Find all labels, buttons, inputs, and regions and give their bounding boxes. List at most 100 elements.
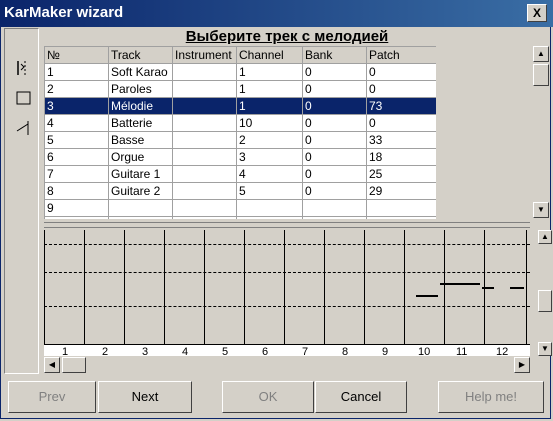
help-button[interactable]: Help me! (438, 381, 544, 413)
table-cell[interactable] (108, 216, 173, 219)
note-event[interactable] (510, 287, 524, 289)
table-cell[interactable]: Mélodie (108, 97, 173, 115)
table-cell[interactable] (172, 182, 237, 200)
ok-button[interactable]: OK (222, 381, 314, 413)
table-cell[interactable]: 8 (44, 182, 109, 200)
table-cell[interactable]: 0 (302, 97, 367, 115)
table-cell[interactable] (172, 148, 237, 166)
table-cell[interactable] (172, 165, 237, 183)
table-cell[interactable]: 6 (44, 148, 109, 166)
table-cell[interactable]: 4 (44, 114, 109, 132)
col-bank[interactable]: Bank (302, 46, 367, 64)
table-cell[interactable]: 0 (302, 63, 367, 81)
table-cell[interactable]: Orgue (108, 148, 173, 166)
table-cell[interactable]: Paroles (108, 80, 173, 98)
table-cell[interactable]: 25 (366, 165, 437, 183)
table-row[interactable]: 6 Orgue 3 0 18 (44, 148, 437, 166)
col-patch[interactable]: Patch (366, 46, 437, 64)
table-cell[interactable]: 10 (236, 114, 303, 132)
table-cell[interactable] (366, 216, 437, 219)
scroll-thumb[interactable] (62, 357, 86, 373)
table-cell[interactable]: 3 (44, 97, 109, 115)
table-cell[interactable] (172, 114, 237, 132)
table-cell[interactable] (236, 216, 303, 219)
scroll-right-icon[interactable]: ▶ (514, 357, 530, 373)
scroll-down-icon[interactable]: ▼ (538, 342, 552, 356)
table-row[interactable]: 4 Batterie 10 0 0 (44, 114, 437, 132)
table-row[interactable]: 3 Mélodie 1 0 73 (44, 97, 437, 115)
next-button[interactable]: Next (98, 381, 192, 413)
note-event[interactable] (416, 295, 438, 297)
table-cell[interactable]: 5 (44, 131, 109, 149)
table-cell[interactable] (236, 199, 303, 217)
rectangle-tool-icon[interactable] (15, 89, 33, 107)
table-cell[interactable]: 4 (236, 165, 303, 183)
table-cell[interactable]: 0 (302, 131, 367, 149)
table-cell[interactable]: 0 (366, 114, 437, 132)
table-cell[interactable]: 0 (366, 63, 437, 81)
note-event[interactable] (440, 283, 480, 285)
table-row[interactable]: 2 Paroles 1 0 0 (44, 80, 437, 98)
table-row[interactable]: 5 Basse 2 0 33 (44, 131, 437, 149)
table-cell[interactable]: 29 (366, 182, 437, 200)
table-cell[interactable]: 0 (302, 114, 367, 132)
scroll-up-icon[interactable]: ▲ (538, 230, 552, 244)
scroll-down-icon[interactable]: ▼ (533, 202, 549, 218)
table-cell[interactable]: 0 (366, 80, 437, 98)
table-row[interactable]: 10 (44, 216, 437, 219)
notes-hscroll[interactable]: ◀ ▶ (44, 357, 530, 373)
scroll-thumb[interactable] (538, 290, 552, 312)
table-cell[interactable]: Guitare 1 (108, 165, 173, 183)
notes-vscroll[interactable]: ▲ ▼ (538, 230, 552, 356)
table-cell[interactable] (172, 131, 237, 149)
table-cell[interactable]: 1 (236, 97, 303, 115)
table-row[interactable]: 8 Guitare 2 5 0 29 (44, 182, 437, 200)
table-cell[interactable]: 0 (302, 182, 367, 200)
table-cell[interactable]: 33 (366, 131, 437, 149)
table-cell[interactable]: 1 (44, 63, 109, 81)
table-cell[interactable] (172, 199, 237, 217)
table-cell[interactable] (172, 80, 237, 98)
table-cell[interactable]: Batterie (108, 114, 173, 132)
scroll-thumb[interactable] (533, 64, 549, 86)
table-cell[interactable]: 1 (236, 80, 303, 98)
table-cell[interactable]: 0 (302, 148, 367, 166)
table-row[interactable]: 1 Soft Karao 1 0 0 (44, 63, 437, 81)
piano-roll[interactable]: 1 2 3 4 5 6 7 8 9 10 11 12 (44, 230, 530, 356)
prev-button[interactable]: Prev (8, 381, 96, 413)
table-cell[interactable]: 9 (44, 199, 109, 217)
table-cell[interactable]: 0 (302, 165, 367, 183)
table-cell[interactable] (108, 199, 173, 217)
table-cell[interactable]: 3 (236, 148, 303, 166)
scroll-left-icon[interactable]: ◀ (44, 357, 60, 373)
table-cell[interactable]: Soft Karao (108, 63, 173, 81)
table-cell[interactable] (302, 216, 367, 219)
table-cell[interactable]: 7 (44, 165, 109, 183)
table-cell[interactable] (172, 97, 237, 115)
close-button[interactable]: X (527, 4, 547, 22)
table-cell[interactable]: Basse (108, 131, 173, 149)
table-cell[interactable]: 10 (44, 216, 109, 219)
col-number[interactable]: № (44, 46, 109, 64)
table-cell[interactable] (172, 63, 237, 81)
col-instrument[interactable]: Instrument (172, 46, 237, 64)
cancel-button[interactable]: Cancel (315, 381, 407, 413)
scroll-up-icon[interactable]: ▲ (533, 46, 549, 62)
pane-splitter[interactable] (44, 222, 530, 228)
col-channel[interactable]: Channel (236, 46, 303, 64)
table-row[interactable]: 9 (44, 199, 437, 217)
table-cell[interactable]: 0 (302, 80, 367, 98)
tracks-vscroll[interactable]: ▲ ▼ (532, 46, 550, 219)
table-cell[interactable] (302, 199, 367, 217)
pen-tool-icon[interactable] (15, 119, 33, 137)
table-cell[interactable]: 2 (236, 131, 303, 149)
table-cell[interactable]: 18 (366, 148, 437, 166)
table-cell[interactable]: 1 (236, 63, 303, 81)
note-event[interactable] (482, 287, 494, 289)
table-cell[interactable]: 2 (44, 80, 109, 98)
table-row[interactable]: 7 Guitare 1 4 0 25 (44, 165, 437, 183)
table-cell[interactable]: 5 (236, 182, 303, 200)
marker-tool-icon[interactable] (15, 59, 33, 77)
table-cell[interactable] (172, 216, 237, 219)
col-track[interactable]: Track (108, 46, 173, 64)
